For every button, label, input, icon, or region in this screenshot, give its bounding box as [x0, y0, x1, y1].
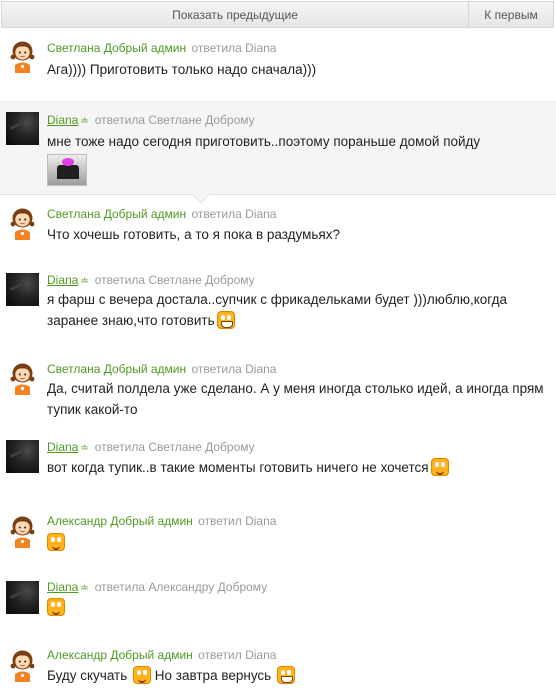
comment-item: Александр Добрый админ ответил Diana Буд… [0, 642, 556, 693]
comment-text: вот когда тупик..в такие моменты готовит… [47, 457, 547, 478]
reply-verb: ответила [94, 113, 146, 127]
comment-item-highlighted: Diana ≐ ответила Светлане Доброму мне тоже… [0, 101, 556, 204]
comment-header: Diana ≐ ответила Светлане Доброму [47, 273, 255, 287]
reply-verb: ответила [94, 440, 146, 454]
reply-verb: ответила [94, 273, 146, 287]
reply-verb: ответила [191, 41, 242, 55]
reply-verb: ответила [94, 580, 146, 594]
author-name[interactable]: Светлана Добрый админ [47, 362, 186, 376]
dark-photo-avatar[interactable] [6, 581, 39, 614]
author-name[interactable]: Diana [47, 440, 78, 454]
grin-smiley-icon [216, 311, 235, 329]
comment-item: Александр Добрый админ ответил Diana [0, 508, 556, 574]
author-name[interactable]: Diana [47, 273, 78, 287]
photo-thumbnail[interactable] [47, 154, 87, 186]
reply-target[interactable]: Diana [245, 514, 276, 528]
comment-header: Diana ≐ ответила Светлане Доброму [47, 440, 255, 454]
online-status-icon: ≐ [80, 276, 89, 287]
comment-item: Diana ≐ ответила Светлане Доброму вот когд… [0, 436, 556, 508]
comment-header: Александр Добрый админ ответил Diana [47, 514, 276, 528]
comment-header: Diana ≐ ответила Александру Доброму [47, 580, 267, 594]
pagination-bar: Показать предыдущие К первым [0, 0, 556, 29]
smiley-icon [47, 533, 65, 551]
comment-item: Светлана Добрый админ ответила Diana Да,… [0, 352, 556, 436]
author-name[interactable]: Александр Добрый админ [47, 648, 193, 662]
girl-avatar-icon[interactable] [6, 40, 39, 73]
comment-text-part-a: Буду скучать [47, 668, 128, 683]
reply-target[interactable]: Diana [245, 362, 276, 376]
girl-avatar-icon[interactable] [6, 515, 39, 548]
comment-text: Да, считай полдела уже сделано. А у меня… [47, 381, 544, 417]
comment-header: Светлана Добрый админ ответила Diana [47, 362, 276, 376]
comment-text-part-b: Но завтра вернусь [154, 668, 272, 683]
author-name[interactable]: Diana [47, 580, 78, 594]
show-previous-button[interactable]: Показать предыдущие [1, 1, 468, 28]
comment-text-body: вот когда тупик..в такие моменты готовит… [47, 460, 429, 475]
comment-text [47, 597, 547, 618]
comment-text-body: я фарш с вечера достала..супчик с фрикад… [47, 292, 508, 328]
comment-header: Светлана Добрый админ ответила Diana [47, 207, 276, 221]
comment-text: Что хочешь готовить, а то я пока в разду… [47, 227, 340, 242]
author-name[interactable]: Александр Добрый админ [47, 514, 193, 528]
reply-target[interactable]: Светлане Доброму [148, 273, 254, 287]
girl-avatar-icon[interactable] [6, 362, 39, 395]
comment-text: мне тоже надо сегодня приготовить..поэто… [47, 134, 481, 149]
comment-text: я фарш с вечера достала..супчик с фрикад… [47, 289, 547, 331]
comment-feed: Светлана Добрый админ ответила Diana Ага… [0, 29, 556, 693]
comment-item: Светлана Добрый админ ответила Diana Что… [0, 195, 556, 265]
comment-header: Светлана Добрый админ ответила Diana [47, 41, 276, 55]
reply-target[interactable]: Diana [245, 648, 276, 662]
grin-smiley-icon [276, 666, 295, 684]
comment-text: Буду скучать Но завтра вернусь [47, 665, 547, 686]
reply-target[interactable]: Александру Доброму [148, 580, 267, 594]
online-status-icon: ≐ [80, 116, 89, 127]
comment-item: Светлана Добрый админ ответила Diana Ага… [0, 29, 556, 101]
girl-avatar-icon[interactable] [6, 649, 39, 682]
reply-target[interactable]: Светлане Доброму [148, 113, 254, 127]
reply-verb: ответила [191, 362, 242, 376]
reply-verb: ответила [191, 207, 242, 221]
author-name[interactable]: Светлана Добрый админ [47, 41, 186, 55]
reply-target[interactable]: Diana [245, 41, 276, 55]
smiley-icon [430, 458, 449, 476]
reply-target[interactable]: Светлане Доброму [148, 440, 254, 454]
comment-header: Diana ≐ ответила Светлане Доброму [47, 113, 255, 127]
author-name[interactable]: Diana [47, 113, 78, 127]
reply-target[interactable]: Diana [245, 207, 276, 221]
comment-text [47, 532, 547, 553]
comment-item: Diana ≐ ответила Светлане Доброму я фарш с… [0, 265, 556, 352]
to-first-button[interactable]: К первым [468, 1, 554, 28]
smiley-icon [133, 666, 152, 684]
dark-photo-avatar[interactable] [6, 440, 39, 473]
girl-avatar-icon[interactable] [6, 207, 39, 240]
smiley-icon [47, 598, 65, 616]
comment-text: Ага)))) Приготовить только надо сначала)… [47, 62, 317, 77]
dark-photo-avatar[interactable] [6, 273, 39, 306]
online-status-icon: ≐ [80, 443, 89, 454]
author-name[interactable]: Светлана Добрый админ [47, 207, 186, 221]
online-status-icon: ≐ [80, 583, 89, 594]
reply-verb: ответил [198, 514, 242, 528]
comment-item: Diana ≐ ответила Александру Доброму [0, 574, 556, 642]
comment-header: Александр Добрый админ ответил Diana [47, 648, 276, 662]
dark-photo-avatar[interactable] [6, 112, 39, 145]
reply-verb: ответил [198, 648, 242, 662]
